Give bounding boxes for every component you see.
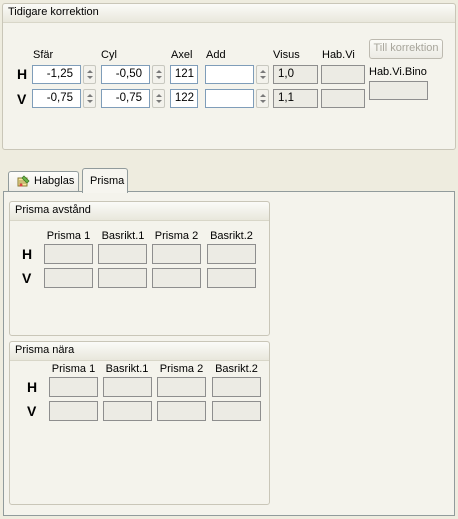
pn-row-h-label: H bbox=[27, 379, 38, 395]
pa-basrikt2-header: Basrikt.2 bbox=[210, 230, 253, 242]
prisma-nara-title: Prisma nära bbox=[10, 342, 269, 361]
pa-v-prisma2 bbox=[152, 268, 201, 288]
prisma-avstand-title: Prisma avstånd bbox=[10, 202, 269, 221]
pn-basrikt2-header: Basrikt.2 bbox=[215, 363, 258, 375]
cyl-header: Cyl bbox=[101, 49, 117, 61]
habvi-v-field bbox=[321, 89, 365, 108]
add-v-input[interactable] bbox=[205, 89, 254, 108]
tab-habglas-label: Habglas bbox=[34, 175, 75, 187]
pa-basrikt1-header: Basrikt.1 bbox=[101, 230, 145, 242]
pn-prisma2-header: Prisma 2 bbox=[159, 363, 204, 375]
sfar-h-spinner[interactable] bbox=[83, 65, 96, 84]
visus-h-field: 1,0 bbox=[273, 65, 318, 84]
cyl-h-input[interactable]: -0,50 bbox=[101, 65, 150, 84]
spin-up-icon[interactable] bbox=[260, 70, 266, 73]
pa-v-basrikt2 bbox=[207, 268, 256, 288]
pn-prisma1-header: Prisma 1 bbox=[51, 363, 96, 375]
pa-h-prisma2 bbox=[152, 244, 201, 264]
pn-h-prisma2 bbox=[157, 377, 206, 397]
pn-basrikt1-header: Basrikt.1 bbox=[105, 363, 149, 375]
spin-down-icon[interactable] bbox=[87, 76, 93, 79]
spin-down-icon[interactable] bbox=[156, 100, 162, 103]
pn-v-basrikt2 bbox=[212, 401, 261, 421]
row-h-label: H bbox=[17, 66, 28, 82]
tab-habglas[interactable]: Habglas bbox=[8, 171, 79, 192]
sfar-header: Sfär bbox=[33, 49, 54, 61]
add-header: Add bbox=[206, 49, 226, 61]
pa-prisma2-header: Prisma 2 bbox=[154, 230, 199, 242]
spin-down-icon[interactable] bbox=[260, 76, 266, 79]
tab-prisma[interactable]: Prisma bbox=[82, 168, 128, 193]
pa-v-prisma1 bbox=[44, 268, 93, 288]
cyl-v-spinner[interactable] bbox=[152, 89, 165, 108]
spin-up-icon[interactable] bbox=[87, 94, 93, 97]
axel-header: Axel bbox=[171, 49, 193, 61]
habvi-header: Hab.Vi bbox=[322, 49, 355, 61]
pn-h-basrikt1 bbox=[103, 377, 152, 397]
add-h-input[interactable] bbox=[205, 65, 254, 84]
habvi-h-field bbox=[321, 65, 365, 84]
add-v-spinner[interactable] bbox=[256, 89, 269, 108]
cyl-v-input[interactable]: -0,75 bbox=[101, 89, 150, 108]
pa-row-v-label: V bbox=[22, 270, 32, 286]
pa-prisma1-header: Prisma 1 bbox=[46, 230, 91, 242]
pn-row-v-label: V bbox=[27, 403, 37, 419]
till-korrektion-button[interactable]: Till korrektion bbox=[369, 39, 443, 59]
cyl-h-spinner[interactable] bbox=[152, 65, 165, 84]
spin-up-icon[interactable] bbox=[156, 70, 162, 73]
visus-header: Visus bbox=[273, 49, 300, 61]
pa-row-h-label: H bbox=[22, 246, 33, 262]
pa-h-basrikt1 bbox=[98, 244, 147, 264]
row-v-label: V bbox=[17, 91, 27, 107]
pn-v-basrikt1 bbox=[103, 401, 152, 421]
axel-v-input[interactable]: 122 bbox=[170, 89, 198, 108]
sfar-v-spinner[interactable] bbox=[83, 89, 96, 108]
visus-v-field: 1,1 bbox=[273, 89, 318, 108]
pn-v-prisma2 bbox=[157, 401, 206, 421]
tab-prisma-label: Prisma bbox=[90, 175, 125, 187]
pn-h-prisma1 bbox=[49, 377, 98, 397]
pa-v-basrikt1 bbox=[98, 268, 147, 288]
add-h-spinner[interactable] bbox=[256, 65, 269, 84]
spin-up-icon[interactable] bbox=[156, 94, 162, 97]
sfar-h-input[interactable]: -1,25 bbox=[32, 65, 81, 84]
sfar-v-input[interactable]: -0,75 bbox=[32, 89, 81, 108]
spin-down-icon[interactable] bbox=[156, 76, 162, 79]
spin-up-icon[interactable] bbox=[87, 70, 93, 73]
tidigare-korrektion-title: Tidigare korrektion bbox=[3, 4, 455, 23]
axel-h-input[interactable]: 121 bbox=[170, 65, 198, 84]
habvibino-field bbox=[369, 81, 428, 100]
habglas-icon bbox=[17, 175, 30, 188]
pn-v-prisma1 bbox=[49, 401, 98, 421]
pa-h-prisma1 bbox=[44, 244, 93, 264]
habvibino-label: Hab.Vi.Bino bbox=[369, 66, 427, 78]
pa-h-basrikt2 bbox=[207, 244, 256, 264]
spin-up-icon[interactable] bbox=[260, 94, 266, 97]
pn-h-basrikt2 bbox=[212, 377, 261, 397]
spin-down-icon[interactable] bbox=[260, 100, 266, 103]
spin-down-icon[interactable] bbox=[87, 100, 93, 103]
